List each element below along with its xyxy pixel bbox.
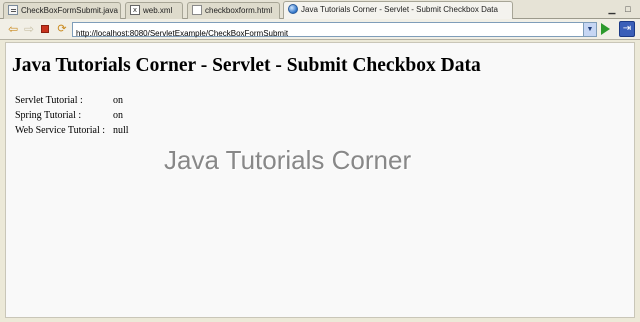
address-bar[interactable]: ▼ [72,22,597,40]
url-history-dropdown-icon[interactable]: ▼ [583,23,596,36]
html-file-icon [192,4,202,15]
watermark: Java Tutorials Corner [164,145,412,175]
minimize-icon[interactable]: ▁ [606,3,618,15]
row-label: Spring Tutorial : [15,110,82,121]
row-value: null [113,125,129,136]
refresh-icon[interactable]: ⟳ [55,22,69,36]
tab-checkboxformsubmit-java[interactable]: CheckBoxFormSubmit.java [3,2,121,19]
page-heading: Java Tutorials Corner - Servlet - Submit… [12,55,481,76]
tab-label: CheckBoxFormSubmit.java [21,6,118,15]
tab-checkboxform-html[interactable]: checkboxform.html [187,2,280,19]
submitted-values-table: Servlet Tutorial : on Spring Tutorial : … [14,93,130,138]
tab-web-xml[interactable]: x web.xml [125,2,183,19]
go-icon[interactable] [601,23,610,35]
table-row: Web Service Tutorial : null [14,123,130,138]
tab-java-tutorials-corner[interactable]: Java Tutorials Corner - Servlet - Submit… [283,1,513,19]
row-value: on [113,110,123,121]
tab-label: checkboxform.html [205,6,273,15]
table-row: Servlet Tutorial : on [14,93,130,108]
url-input[interactable] [73,27,573,40]
browser-toolbar: ⇦ ⇨ ⟳ ▼ ⇥ [0,19,640,40]
globe-icon [288,3,298,14]
tab-label: web.xml [143,6,173,15]
table-row: Spring Tutorial : on [14,108,130,123]
row-label: Servlet Tutorial : [15,95,83,106]
tab-label: Java Tutorials Corner - Servlet - Submit… [301,5,498,14]
editor-tab-strip: CheckBoxFormSubmit.java x web.xml checkbo… [0,0,640,19]
open-in-browser-icon[interactable]: ⇥ [619,21,635,37]
back-arrow-icon[interactable]: ⇦ [6,22,20,36]
row-value: on [113,95,123,106]
java-file-icon [8,4,18,15]
stop-icon[interactable] [41,25,49,33]
row-label: Web Service Tutorial : [15,125,106,136]
maximize-icon[interactable]: □ [622,3,634,15]
page-content: Java Tutorials Corner - Servlet - Submit… [5,42,635,318]
xml-file-icon: x [130,4,140,15]
forward-arrow-icon[interactable]: ⇨ [22,22,36,36]
